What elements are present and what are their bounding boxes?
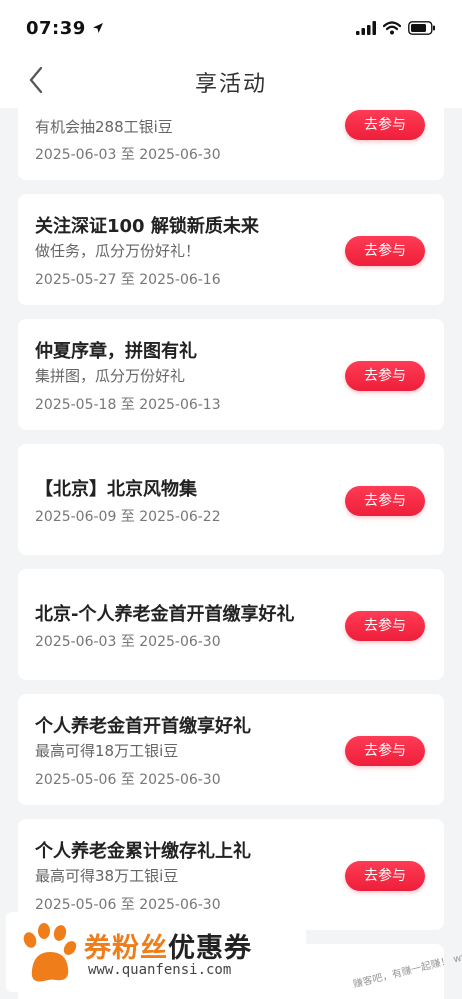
activity-date: 2025-05-27 至 2025-06-16 [35, 272, 221, 288]
watermark-url: www.quanfensi.com [88, 962, 232, 978]
join-button[interactable]: 去参与 [345, 236, 425, 266]
watermark-brand: 券粉丝优惠券 [84, 926, 252, 965]
activity-card[interactable]: 关注深证100 解锁新质未来 做任务，瓜分万份好礼！ 2025-05-27 至 … [18, 194, 444, 305]
activity-date: 2025-06-09 至 2025-06-22 [35, 509, 221, 525]
activity-title: 个人养老金累计缴存礼上礼 [35, 841, 251, 862]
activity-card[interactable]: 仲夏序章，拼图有礼 集拼图，瓜分万份好礼 2025-05-18 至 2025-0… [18, 319, 444, 430]
watermark-brand-dark: 优惠券 [168, 933, 252, 964]
activity-subtitle: 最高可得18万工银i豆 [35, 742, 179, 760]
activity-date: 2025-06-03 至 2025-06-30 [35, 147, 221, 163]
activity-subtitle: 最高可得38万工银i豆 [35, 867, 179, 885]
activity-card[interactable]: 北京-个人养老金首开首缴享好礼 2025-06-03 至 2025-06-30 … [18, 569, 444, 680]
activity-title: 北京-个人养老金首开首缴享好礼 [35, 604, 295, 625]
activity-list[interactable]: 有机会抽288工银i豆 2025-06-03 至 2025-06-30 去参与 … [0, 108, 462, 999]
nav-bar: 享活动 [0, 56, 462, 108]
page-title: 享活动 [194, 72, 267, 97]
activity-subtitle: 有机会抽288工银i豆 [35, 118, 173, 136]
battery-icon [408, 21, 435, 35]
watermark-logo: 券粉丝优惠券 www.quanfensi.com [6, 912, 306, 992]
status-icons [356, 21, 436, 35]
time-label: 07:39 [26, 17, 86, 39]
activity-date: 2025-05-18 至 2025-06-13 [35, 397, 221, 413]
activity-title: 仲夏序章，拼图有礼 [35, 341, 197, 362]
status-time: 07:39 [26, 18, 104, 39]
join-button[interactable]: 去参与 [345, 861, 425, 891]
activity-date: 2025-05-06 至 2025-06-30 [35, 897, 221, 913]
activity-title: 【北京】北京风物集 [35, 479, 197, 500]
wifi-icon [383, 21, 401, 35]
location-arrow-icon [92, 23, 103, 33]
watermark-brand-orange: 券粉丝 [84, 933, 168, 964]
activity-card[interactable]: 有机会抽288工银i豆 2025-06-03 至 2025-06-30 去参与 [18, 108, 444, 180]
status-bar: 07:39 [0, 0, 462, 56]
activity-subtitle: 做任务，瓜分万份好礼！ [35, 242, 201, 260]
join-button[interactable]: 去参与 [345, 736, 425, 766]
paw-logo-icon [23, 923, 77, 982]
join-button[interactable]: 去参与 [345, 611, 425, 641]
activity-title: 关注深证100 解锁新质未来 [35, 216, 259, 237]
activity-title: 个人养老金首开首缴享好礼 [35, 716, 251, 737]
join-button[interactable]: 去参与 [345, 486, 425, 516]
join-button[interactable]: 去参与 [345, 361, 425, 391]
activity-date: 2025-05-06 至 2025-06-30 [35, 772, 221, 788]
join-button[interactable]: 去参与 [345, 110, 425, 140]
cellular-signal-icon [356, 21, 376, 35]
activity-subtitle: 集拼图，瓜分万份好礼 [35, 367, 186, 385]
activity-date: 2025-06-03 至 2025-06-30 [35, 634, 221, 650]
activity-card[interactable]: 【北京】北京风物集 2025-06-09 至 2025-06-22 去参与 [18, 444, 444, 555]
activity-card[interactable]: 个人养老金首开首缴享好礼 最高可得18万工银i豆 2025-05-06 至 20… [18, 694, 444, 805]
